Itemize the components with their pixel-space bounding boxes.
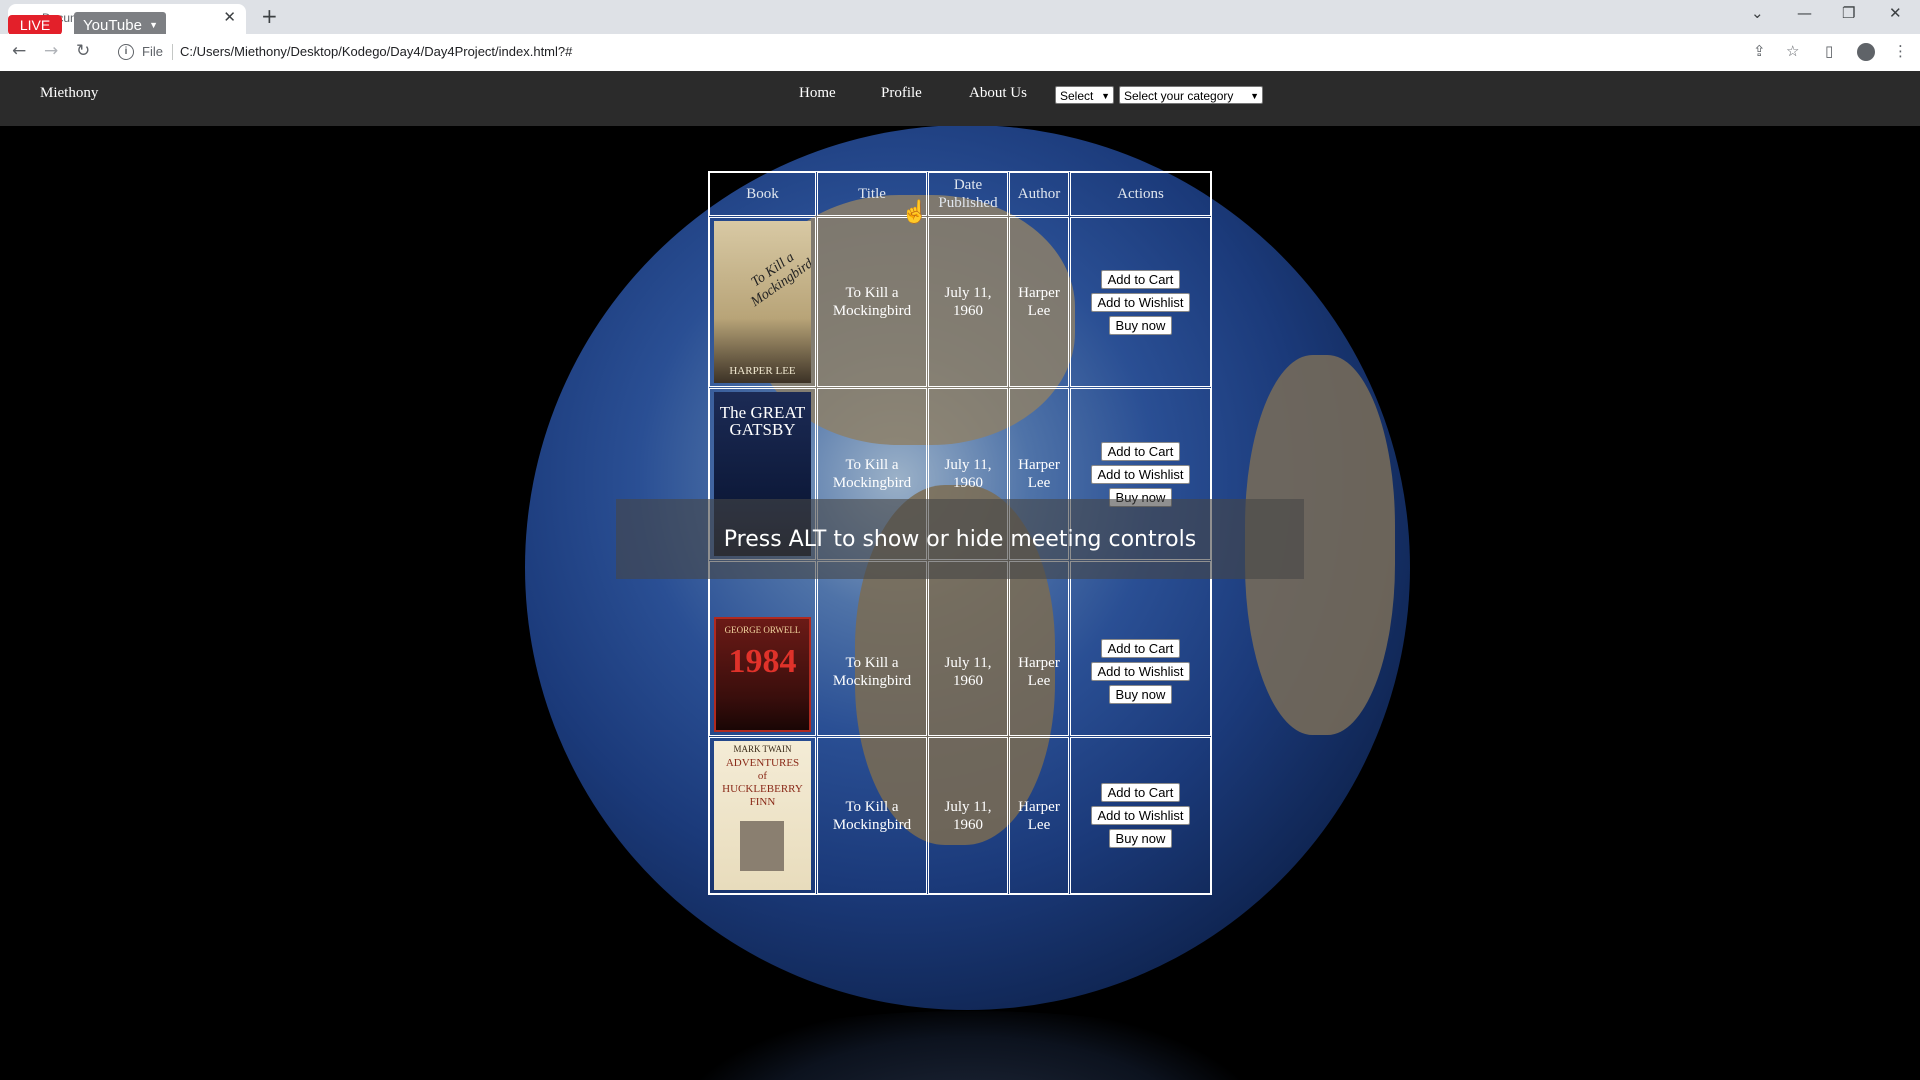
header-label: Title (858, 186, 886, 202)
book-cover-image: MARK TWAIN ADVENTURES of HUCKLEBERRY FIN… (714, 741, 811, 890)
header-author: Author (1009, 172, 1069, 216)
cover-title: ADVENTURES of HUCKLEBERRY FINN (722, 757, 803, 808)
table-row-3-author: Harper Lee (1009, 561, 1069, 736)
buy-now-button[interactable]: Buy now (1108, 315, 1173, 335)
profile-avatar-icon[interactable] (1857, 43, 1875, 61)
date-text: July 11, 1960 (944, 285, 992, 319)
add-to-wishlist-button[interactable]: Add to Wishlist (1090, 464, 1191, 484)
cover-author: MARK TWAIN (733, 744, 792, 754)
table-row-1-date: July 11, 1960 (928, 217, 1008, 387)
header-actions: Actions (1070, 172, 1211, 216)
restore-icon[interactable]: ❐ (1842, 4, 1855, 22)
forward-icon[interactable]: → (44, 41, 58, 61)
title-text: To Kill a Mockingbird (832, 654, 912, 689)
cover-author: HARPER LEE (729, 365, 796, 377)
date-text: July 11, 1960 (944, 654, 992, 689)
back-icon[interactable]: ← (12, 41, 26, 61)
header-date: Date Published (928, 172, 1008, 216)
bookmark-star-icon[interactable]: ☆ (1786, 42, 1799, 60)
file-label: File (142, 44, 163, 59)
table-row-3-actions: Add to Cart Add to Wishlist Buy now (1070, 561, 1211, 736)
category-value: Select your category (1124, 89, 1234, 103)
globe-reflection (690, 1011, 1250, 1080)
info-icon[interactable]: i (118, 44, 134, 60)
add-to-cart-button[interactable]: Add to Cart (1100, 269, 1181, 289)
hand-cursor-icon: ☝ (901, 199, 929, 224)
table-row-1-actions: Add to Cart Add to Wishlist Buy now (1070, 217, 1211, 387)
cover-author: GEORGE ORWELL (724, 625, 801, 635)
select-dropdown[interactable]: Select ▼ (1055, 86, 1114, 104)
table-row-4-date: July 11, 1960 (928, 737, 1008, 894)
author-text: Harper Lee (1018, 798, 1060, 833)
table-row-1-author: Harper Lee (1009, 217, 1069, 387)
header-label: Author (1017, 186, 1061, 202)
table-row-4-author: Harper Lee (1009, 737, 1069, 894)
author-text: Harper Lee (1018, 457, 1060, 491)
web-page: Miethony Home Profile About Us Select ▼ … (0, 71, 1920, 1080)
nav-profile[interactable]: Profile (881, 85, 922, 102)
chevron-down-icon: ▼ (1250, 91, 1259, 101)
new-tab-icon[interactable]: + (261, 4, 278, 28)
header-book: Book (709, 172, 816, 216)
title-text: To Kill a Mockingbird (832, 285, 912, 319)
side-panel-icon[interactable]: ▯ (1825, 42, 1833, 60)
chevron-down-icon: ▼ (1101, 91, 1110, 101)
add-to-cart-button[interactable]: Add to Cart (1100, 783, 1181, 802)
add-to-cart-button[interactable]: Add to Cart (1100, 639, 1181, 658)
overlay-message: Press ALT to show or hide meeting contro… (723, 526, 1197, 552)
tab-strip: Document ✕ LIVE YouTube ▼ + ⌄ — ❐ ✕ (0, 0, 1920, 39)
table-row-1-cover: To Kill a Mockingbird HARPER LEE (709, 217, 816, 387)
add-to-wishlist-button[interactable]: Add to Wishlist (1090, 806, 1191, 825)
book-cover-image: GEORGE ORWELL 1984 (714, 617, 811, 732)
nav-home[interactable]: Home (799, 85, 836, 102)
header-label: Actions (1117, 186, 1164, 202)
date-text: July 11, 1960 (944, 798, 992, 833)
category-dropdown[interactable]: Select your category ▼ (1119, 86, 1263, 104)
cover-title: The GREAT GATSBY (719, 403, 806, 439)
live-badge: LIVE (8, 15, 62, 35)
title-text: To Kill a Mockingbird (832, 798, 912, 833)
cover-title: To Kill a Mockingbird (748, 249, 811, 310)
browser-toolbar: ← → ↻ i File C:/Users/Miethony/Desktop/K… (0, 34, 1920, 72)
author-text: Harper Lee (1018, 654, 1060, 689)
table-row-4-actions: Add to Cart Add to Wishlist Buy now (1070, 737, 1211, 894)
table-row-3-date: July 11, 1960 (928, 561, 1008, 736)
meeting-controls-overlay: Press ALT to show or hide meeting contro… (616, 499, 1304, 579)
tab-close-icon[interactable]: ✕ (223, 8, 236, 26)
select-value: Select (1060, 89, 1094, 103)
divider (172, 44, 173, 60)
cover-illustration (740, 821, 784, 871)
header-label: Date Published (938, 177, 998, 211)
minimize-icon[interactable]: — (1797, 4, 1812, 22)
buy-now-button[interactable]: Buy now (1108, 685, 1173, 704)
tab-search-icon[interactable]: ⌄ (1751, 4, 1764, 22)
date-text: July 11, 1960 (944, 457, 992, 491)
table-row-1-title: To Kill a Mockingbird (817, 217, 927, 387)
nav-about-us[interactable]: About Us (969, 85, 1027, 102)
table-row-3-cover: GEORGE ORWELL 1984 (709, 561, 816, 736)
share-icon[interactable]: ⇪ (1753, 42, 1766, 60)
buy-now-button[interactable]: Buy now (1108, 829, 1173, 848)
site-brand[interactable]: Miethony (40, 85, 98, 102)
address-bar[interactable]: C:/Users/Miethony/Desktop/Kodego/Day4/Da… (180, 44, 572, 59)
add-to-cart-button[interactable]: Add to Cart (1100, 441, 1181, 461)
table-row-4-cover: MARK TWAIN ADVENTURES of HUCKLEBERRY FIN… (709, 737, 816, 894)
menu-kebab-icon[interactable]: ⋮ (1893, 42, 1908, 60)
add-to-wishlist-button[interactable]: Add to Wishlist (1090, 292, 1191, 312)
add-to-wishlist-button[interactable]: Add to Wishlist (1090, 662, 1191, 681)
author-text: Harper Lee (1018, 285, 1060, 319)
book-cover-image: To Kill a Mockingbird HARPER LEE (714, 221, 811, 383)
title-text: To Kill a Mockingbird (832, 457, 912, 491)
header-label: Book (746, 186, 779, 202)
site-navbar: Miethony Home Profile About Us Select ▼ … (0, 71, 1920, 126)
table-row-3-title: To Kill a Mockingbird (817, 561, 927, 736)
table-row-4-title: To Kill a Mockingbird (817, 737, 927, 894)
cover-title: 1984 (728, 643, 797, 680)
youtube-label: YouTube (83, 17, 142, 34)
close-window-icon[interactable]: ✕ (1889, 4, 1902, 22)
reload-icon[interactable]: ↻ (76, 41, 90, 61)
